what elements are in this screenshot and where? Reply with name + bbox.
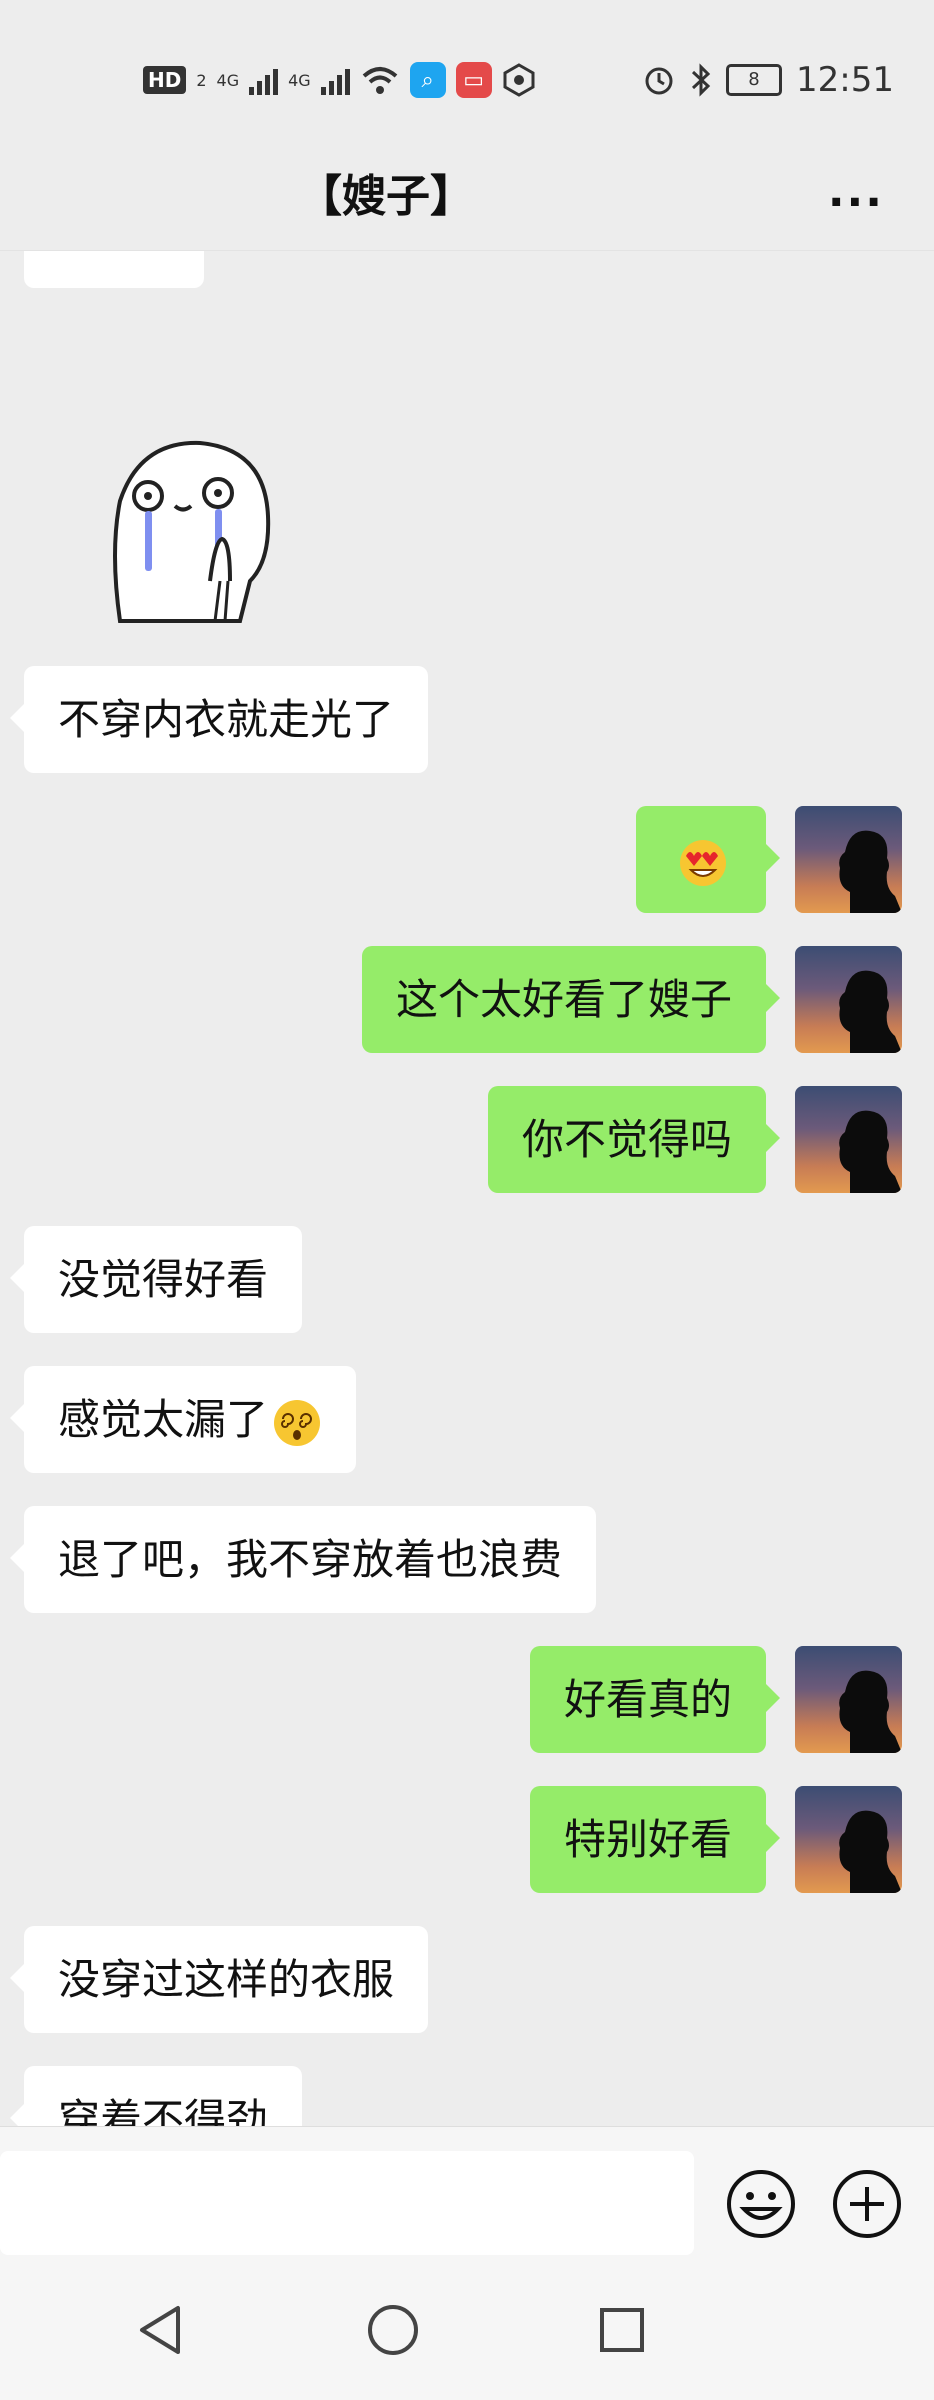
silhouette-icon	[839, 1110, 902, 1193]
message-bubble[interactable]: 穿着不得劲	[9, 2066, 303, 2126]
silhouette-icon	[839, 830, 902, 913]
emoji-icon[interactable]	[726, 2169, 796, 2239]
message-bubble[interactable]: 特别好看	[529, 1786, 781, 1893]
message-bubble[interactable]: 没觉得好看	[9, 1226, 303, 1333]
wifi-icon	[362, 67, 398, 94]
signal-icon-2	[320, 65, 350, 95]
message-bubble[interactable]: 这个太好看了嫂子	[361, 946, 781, 1053]
message-bubble[interactable]: 你不觉得吗	[487, 1086, 781, 1193]
more-options-button[interactable]: ...	[828, 166, 884, 217]
signal-icon	[249, 65, 279, 95]
user-avatar[interactable]	[795, 1786, 902, 1893]
back-triangle-icon[interactable]	[132, 2300, 192, 2360]
silhouette-icon	[839, 1670, 902, 1753]
search-app-icon: ⌕	[409, 62, 446, 98]
status-bar-right: 8 12:51	[642, 60, 894, 100]
bluetooth-icon	[691, 63, 711, 97]
system-nav-bar	[0, 2260, 934, 2400]
message-bubble[interactable]: 退了吧，我不穿放着也浪费	[9, 1506, 597, 1613]
message-bubble-with-emoji[interactable]: 感觉太漏了	[9, 1366, 357, 1473]
reader-app-icon: ▭	[455, 62, 492, 98]
message-input[interactable]	[0, 2151, 694, 2255]
user-avatar[interactable]	[795, 946, 902, 1053]
user-avatar[interactable]	[795, 806, 902, 913]
message-list[interactable]: 不穿内衣就走光了 这个太好看了嫂子 你不觉得吗 没觉得好看 感觉太漏了 退了吧，…	[0, 251, 934, 2126]
crying-sticker[interactable]	[90, 431, 290, 631]
chat-title: 【嫂子】	[298, 171, 474, 222]
message-bubble[interactable]: 好看真的	[529, 1646, 781, 1753]
message-text: 感觉太漏了	[58, 1395, 269, 1444]
dizzy-face-emoji-icon	[274, 1399, 321, 1446]
heart-eyes-emoji-icon	[680, 839, 726, 886]
status-bar-left: HD 2 4G 4G ⌕ ▭	[143, 60, 536, 100]
clock-time: 12:51	[796, 60, 894, 100]
recents-square-icon[interactable]	[592, 2300, 652, 2360]
silhouette-icon	[839, 970, 902, 1053]
message-bubble[interactable]: 没穿过这样的衣服	[9, 1926, 429, 2033]
network-type-2: 4G	[288, 70, 311, 90]
message-bubble[interactable]: 不穿内衣就走光了	[9, 666, 429, 773]
battery-icon: 8	[726, 64, 783, 96]
input-bar	[0, 2126, 934, 2261]
hd-sim-index: 2	[196, 70, 207, 90]
user-avatar[interactable]	[795, 1086, 902, 1193]
silhouette-icon	[839, 1810, 902, 1893]
chat-header: 【嫂子】 ...	[0, 150, 934, 251]
user-avatar[interactable]	[795, 1646, 902, 1753]
status-bar: HD 2 4G 4G ⌕ ▭ 8 12:51	[0, 0, 934, 150]
plus-icon[interactable]	[832, 2169, 902, 2239]
home-circle-icon[interactable]	[363, 2300, 423, 2360]
message-bubble-cutoff[interactable]	[24, 251, 204, 288]
alarm-icon	[645, 67, 673, 95]
message-bubble-emoji[interactable]	[636, 806, 780, 913]
network-type-1: 4G	[216, 70, 240, 90]
shield-icon	[503, 63, 535, 97]
hd-badge: HD	[143, 66, 187, 94]
